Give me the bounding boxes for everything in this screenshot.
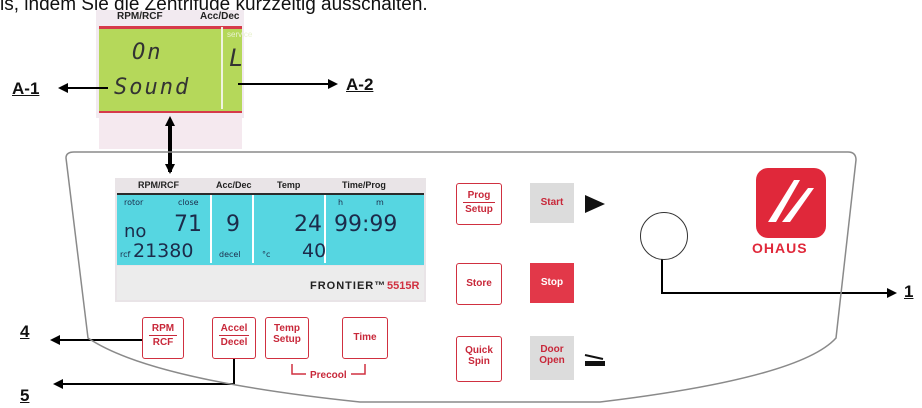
prog-setup-button[interactable]: Prog Setup [456, 183, 502, 225]
callout-a2: A-2 [346, 75, 374, 94]
accel-label: Accel [220, 323, 248, 334]
lcd-header-acc: Acc/Dec [216, 180, 252, 190]
lcd-temp-value: 24 [294, 212, 322, 237]
setup-label: Setup [465, 204, 493, 215]
accel-decel-button[interactable]: Accel Decel [212, 317, 256, 359]
callout-5: 5 [20, 386, 30, 405]
model-name: 5515R [387, 280, 420, 292]
time-button[interactable]: Time [342, 317, 388, 359]
divider-line [149, 335, 177, 336]
divider-line [219, 335, 249, 336]
rpm-rcf-button[interactable]: RPM RCF [142, 317, 184, 359]
lcd-h-label: h [338, 198, 344, 207]
callout-a1: A-1 [12, 79, 40, 98]
lcd-temp-setpoint: 40 [302, 240, 327, 262]
temp-label: Temp [274, 323, 300, 334]
door-icon [584, 354, 605, 366]
lcd-header-rpm: RPM/RCF [138, 180, 179, 190]
lcd-rotor-label: rotor [124, 198, 144, 207]
lcd-time-value: 99:99 [334, 212, 398, 237]
brand-name: FRONTIER™ [310, 280, 387, 292]
quick-label: Quick [465, 345, 493, 356]
precool-label: Precool [306, 370, 351, 381]
rpm-label: RPM [151, 323, 175, 334]
lcd-rcf-value: 21380 [133, 240, 194, 262]
decel-label: Decel [220, 337, 248, 348]
temp-setup-button[interactable]: Temp Setup [265, 317, 309, 359]
store-button[interactable]: Store [456, 263, 502, 305]
lcd-header-time: Time/Prog [342, 180, 386, 190]
quick-spin-button[interactable]: Quick Spin [456, 336, 502, 382]
prog-label: Prog [467, 190, 491, 201]
callout-1: 1 [904, 282, 914, 301]
lcd-no: no [124, 221, 147, 242]
lcd-degree-label: °c [262, 250, 271, 259]
lcd-acc-value: 9 [226, 212, 240, 237]
play-icon [585, 195, 605, 213]
door-open-button[interactable]: Door Open [530, 336, 574, 380]
lcd-decel-label: decel [219, 250, 241, 259]
lcd-rotor-value: 71 [174, 212, 202, 237]
lcd-close-label: close [178, 198, 199, 207]
divider-line [463, 202, 495, 203]
callout-4: 4 [20, 322, 30, 341]
lcd-header-temp: Temp [277, 180, 301, 190]
stop-button[interactable]: Stop [530, 263, 574, 303]
arrow-1 [661, 258, 897, 298]
control-knob[interactable] [640, 212, 688, 260]
door-label: Door [540, 344, 564, 355]
rcf-label: RCF [152, 337, 174, 348]
lcd-separator [252, 195, 254, 263]
start-button[interactable]: Start [530, 183, 574, 223]
spin-label: Spin [468, 356, 490, 367]
ohaus-logo-text: OHAUS [752, 240, 808, 256]
lcd-m-label: m [376, 198, 384, 207]
lcd-rcf-label: rcf [120, 250, 131, 259]
lcd-separator [210, 195, 212, 263]
ohaus-logo-icon [756, 168, 826, 238]
open-label: Open [539, 355, 565, 366]
temp-setup-label: Setup [273, 334, 301, 345]
